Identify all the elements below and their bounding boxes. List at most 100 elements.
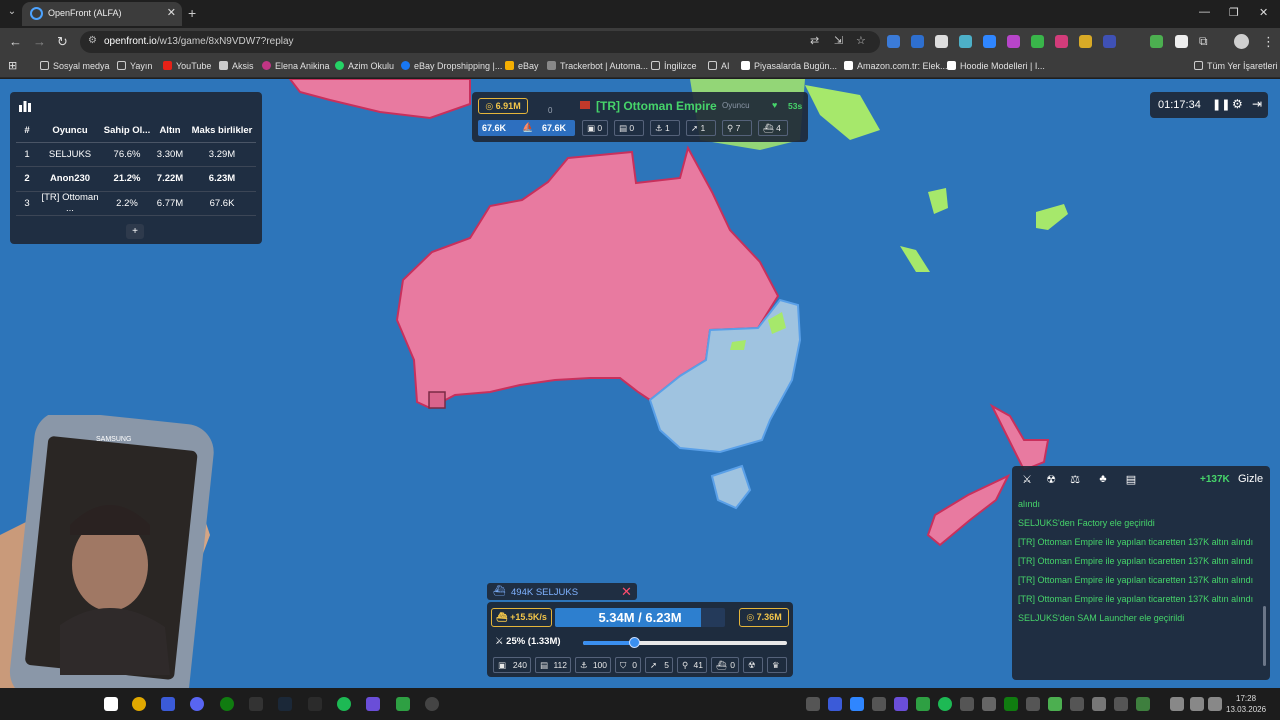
extension-icon[interactable]: [1031, 35, 1044, 48]
install-app-icon[interactable]: ⇲: [834, 34, 843, 47]
column-header[interactable]: Oyuncu: [38, 120, 102, 143]
trade-filter-icon[interactable]: ⚖: [1068, 473, 1082, 487]
bookmark-item[interactable]: Piyasalarda Bugün...: [741, 61, 837, 71]
extension-icon[interactable]: [1103, 35, 1116, 48]
all-bookmarks[interactable]: Tüm Yer İşaretleri: [1194, 61, 1278, 71]
build-warship-button[interactable]: ⛴ 0: [711, 657, 739, 673]
build-missile-silo-button[interactable]: ➚ 5: [645, 657, 673, 673]
nuke-filter-icon[interactable]: ☢: [1044, 473, 1058, 487]
bookmark-item[interactable]: AI: [708, 61, 730, 71]
table-row[interactable]: 2 Anon230 21.2% 7.22M 6.23M: [16, 166, 256, 192]
pause-icon[interactable]: ❚❚: [1212, 98, 1230, 111]
tray-icon[interactable]: [806, 697, 820, 711]
column-header[interactable]: Altın: [152, 120, 188, 143]
browser-menu-icon[interactable]: ⋮: [1262, 34, 1275, 50]
leaderboard-expand-button[interactable]: +: [126, 224, 144, 239]
ally-territory-islands[interactable]: [805, 85, 880, 140]
address-bar[interactable]: ⚙ openfront.io/w13/game/8xN9VDW7?replay …: [80, 31, 880, 53]
hide-events-button[interactable]: Gizle: [1238, 473, 1263, 485]
site-info-icon[interactable]: ⚙: [88, 35, 97, 46]
bookmark-item[interactable]: Azim Okulu: [335, 61, 394, 71]
tray-icon[interactable]: [982, 697, 996, 711]
tray-icon[interactable]: [1004, 697, 1018, 711]
column-header[interactable]: Maks birlikler: [188, 120, 256, 143]
enemy-territory-indonesia[interactable]: [288, 79, 471, 120]
tray-icon[interactable]: [894, 697, 908, 711]
city-marker-icon[interactable]: [428, 391, 446, 409]
bookmark-item[interactable]: Elena Anikina: [262, 61, 330, 71]
tray-icon[interactable]: [828, 697, 842, 711]
bookmark-item[interactable]: eBay Dropshipping |...: [401, 61, 502, 71]
tray-icon[interactable]: [938, 697, 952, 711]
app-icon[interactable]: [366, 697, 380, 711]
translate-icon[interactable]: ⇄: [810, 34, 819, 47]
new-tab-button[interactable]: +: [188, 5, 196, 21]
bookmark-item[interactable]: İngilizce: [651, 61, 697, 71]
events-list[interactable]: alındı SELJUKS'den Factory ele geçirildi…: [1018, 498, 1254, 676]
spotify-icon[interactable]: [337, 697, 351, 711]
attack-filter-icon[interactable]: ⚔: [1020, 473, 1034, 487]
extension-icon[interactable]: [959, 35, 972, 48]
extension-icon[interactable]: [1150, 35, 1163, 48]
microphone-icon[interactable]: [1170, 697, 1184, 711]
tab-list-button[interactable]: ⌄: [4, 6, 20, 22]
extension-icon[interactable]: [983, 35, 996, 48]
table-row[interactable]: 1 SELJUKS 76.6% 3.30M 3.29M: [16, 142, 256, 167]
settings-gear-icon[interactable]: ⚙: [1232, 97, 1243, 111]
discord-icon[interactable]: [190, 697, 204, 711]
build-sam-button[interactable]: ⚲ 41: [677, 657, 707, 673]
tray-icon[interactable]: [850, 697, 864, 711]
app-icon[interactable]: [104, 697, 118, 711]
ally-island[interactable]: [1036, 204, 1068, 230]
tray-icon[interactable]: [1070, 697, 1084, 711]
maximize-icon[interactable]: ❐: [1229, 6, 1239, 19]
app-icon[interactable]: [308, 697, 322, 711]
enemy-territory-new-zealand-north[interactable]: [989, 403, 1050, 472]
extension-icon[interactable]: [935, 35, 948, 48]
bookmark-item[interactable]: Trackerbot | Automa...: [547, 61, 648, 71]
profile-avatar[interactable]: [1234, 34, 1249, 49]
window-close-icon[interactable]: ✕: [1259, 6, 1268, 19]
exit-icon[interactable]: ⇥: [1252, 97, 1262, 111]
network-icon[interactable]: [1190, 697, 1204, 711]
reload-icon[interactable]: ↻: [57, 34, 68, 50]
extension-icon[interactable]: [1175, 35, 1188, 48]
tab-close-icon[interactable]: ✕: [167, 6, 176, 19]
column-header[interactable]: #: [16, 120, 38, 143]
tray-icon[interactable]: [1026, 697, 1040, 711]
forward-icon[interactable]: →: [33, 34, 46, 49]
extension-icon[interactable]: [1055, 35, 1068, 48]
bookmark-item[interactable]: Aksis: [219, 61, 254, 71]
steam-icon[interactable]: [278, 697, 292, 711]
tray-icon[interactable]: [872, 697, 886, 711]
bookmark-item[interactable]: Yayın: [117, 61, 152, 71]
leaderboard-chart-icon[interactable]: [18, 100, 32, 112]
bookmark-item[interactable]: Sosyal medya: [40, 61, 110, 71]
obs-icon[interactable]: [425, 697, 439, 711]
tray-icon[interactable]: [960, 697, 974, 711]
build-city-button[interactable]: ▣ 240: [493, 657, 531, 673]
bookmark-star-icon[interactable]: ☆: [856, 34, 866, 47]
hydrogen-bomb-button[interactable]: ♛: [767, 657, 787, 673]
extension-icon[interactable]: [1079, 35, 1092, 48]
bookmark-item[interactable]: Amazon.com.tr: Elek...: [844, 61, 948, 71]
enemy-territory-new-zealand-south[interactable]: [926, 473, 1011, 547]
tray-icon[interactable]: [916, 697, 930, 711]
bookmark-item[interactable]: Hoodie Modelleri | I...: [947, 61, 1045, 71]
system-clock[interactable]: 17:28 13.03.2026: [1226, 693, 1266, 715]
tray-icon[interactable]: [1136, 697, 1150, 711]
ally-island[interactable]: [928, 188, 948, 214]
alliance-filter-icon[interactable]: ♣: [1096, 473, 1110, 487]
xbox-icon[interactable]: [220, 697, 234, 711]
tray-icon[interactable]: [1114, 697, 1128, 711]
ally-island[interactable]: [900, 246, 930, 272]
minimize-icon[interactable]: —: [1199, 6, 1210, 18]
app-icon[interactable]: [396, 697, 410, 711]
apps-grid-icon[interactable]: ⊞: [8, 59, 17, 72]
close-unit-icon[interactable]: ✕: [621, 584, 632, 600]
volume-icon[interactable]: [1208, 697, 1222, 711]
attack-ratio-slider-handle[interactable]: [629, 637, 640, 648]
extensions-puzzle-icon[interactable]: ⧉: [1199, 34, 1208, 49]
bookmark-item[interactable]: eBay: [505, 61, 539, 71]
chat-filter-icon[interactable]: ▤: [1124, 473, 1138, 487]
